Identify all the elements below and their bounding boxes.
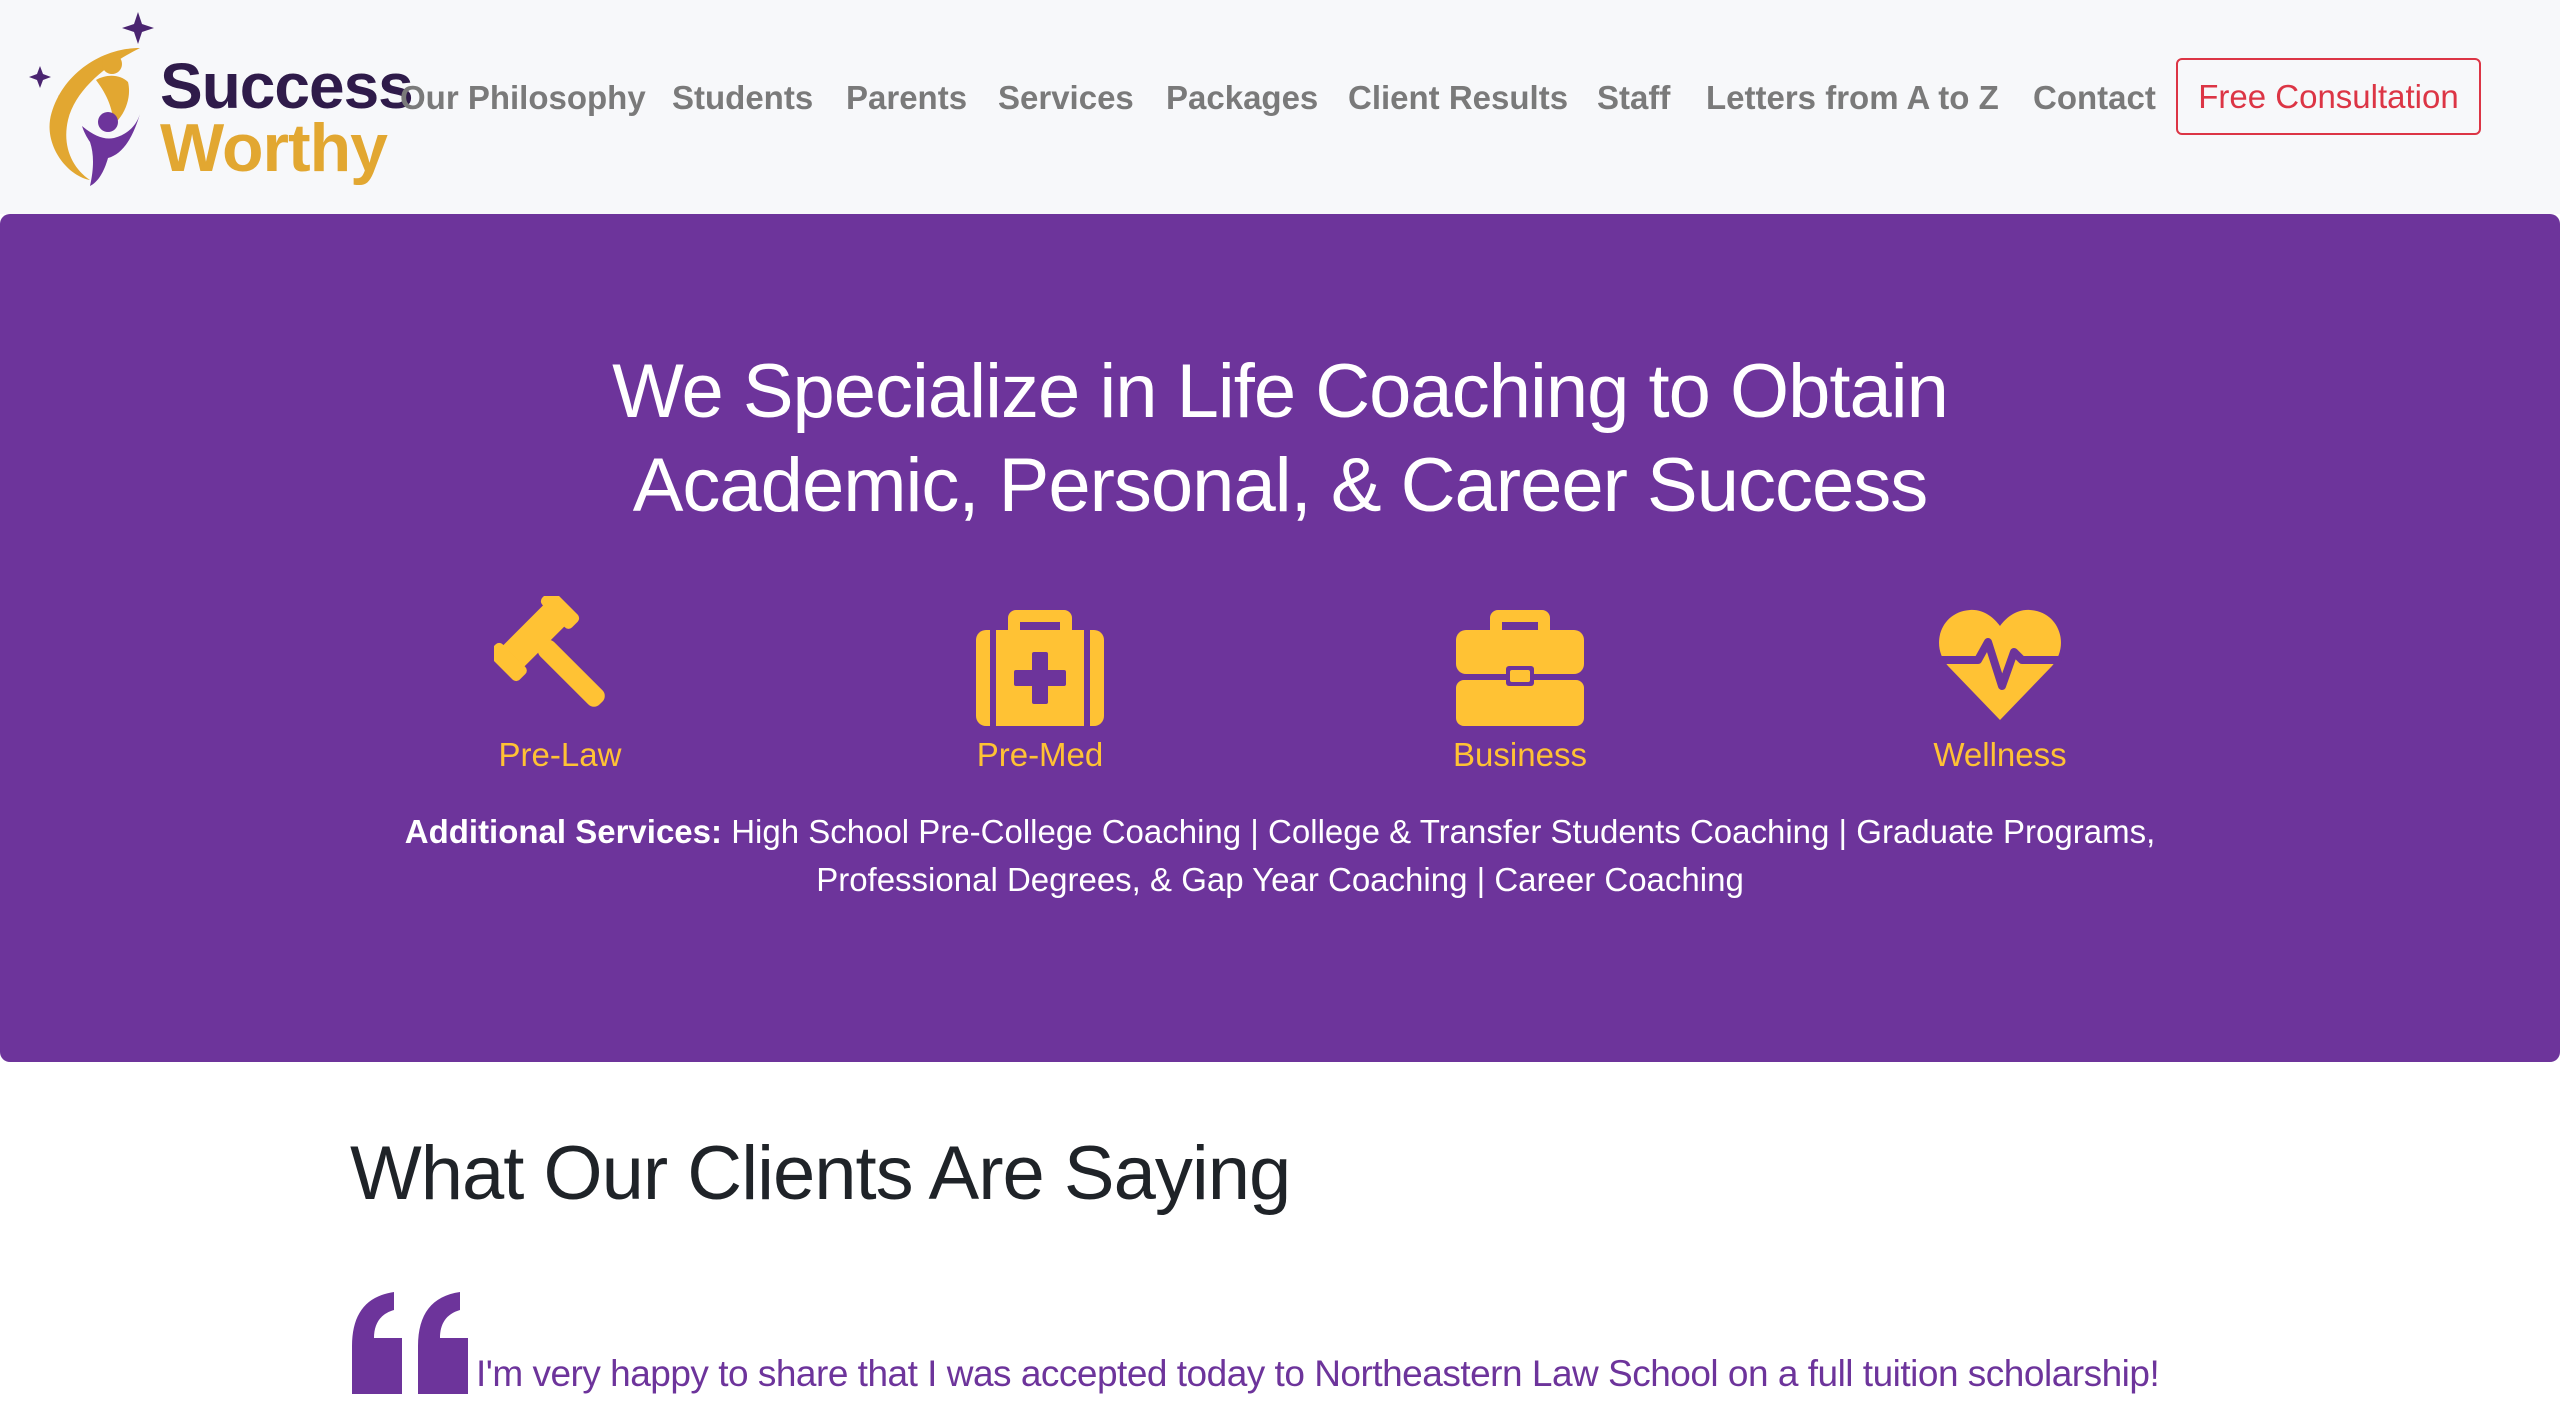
additional-services-label: Additional Services: <box>404 813 723 850</box>
service-label-wellness: Wellness <box>1933 736 2067 773</box>
quote-left-icon <box>352 1292 468 1394</box>
additional-services-text1: High School Pre-College Coaching | Colle… <box>731 813 2156 850</box>
nav-link-contact[interactable]: Contact <box>2033 78 2156 118</box>
service-pre-law[interactable]: Pre-Law <box>450 596 670 777</box>
nav-link-packages[interactable]: Packages <box>1166 78 1318 118</box>
service-label-pre-med: Pre-Med <box>976 736 1104 773</box>
heartbeat-icon <box>1938 609 2062 720</box>
testimonial-quote: I'm very happy to share that I was accep… <box>476 1353 2160 1394</box>
hero-banner: We Specialize in Life Coaching to Obtain… <box>0 214 2560 1062</box>
nav-link-students[interactable]: Students <box>672 78 813 118</box>
nav-link-our-philosophy[interactable]: Our Philosophy <box>400 78 646 118</box>
nav-link-client-results[interactable]: Client Results <box>1348 78 1568 118</box>
hero-title-line1: We Specialize in Life Coaching to Obtain <box>612 349 1949 434</box>
service-business[interactable]: Business <box>1410 596 1630 777</box>
free-consultation-button[interactable]: Free Consultation <box>2176 58 2481 135</box>
testimonials-heading: What Our Clients Are Saying <box>350 1131 1291 1216</box>
service-label-pre-law: Pre-Law <box>498 736 622 773</box>
brand-name-line2: Worthy <box>160 110 388 186</box>
additional-services-line1: Additional Services: High School Pre-Col… <box>0 808 2560 856</box>
brand-logo-icon <box>29 12 154 186</box>
nav-link-services[interactable]: Services <box>998 78 1134 118</box>
briefcase-icon <box>1456 610 1584 726</box>
gavel-icon <box>494 596 605 707</box>
nav-link-letters-from-a-to-z[interactable]: Letters from A to Z <box>1706 78 1999 118</box>
service-wellness[interactable]: Wellness <box>1890 596 2110 777</box>
site-header: Success Worthy Our Philosophy Students P… <box>0 0 2560 214</box>
brand-name-line1: Success <box>160 50 414 122</box>
nav-link-parents[interactable]: Parents <box>846 78 967 118</box>
service-label-business: Business <box>1453 736 1587 773</box>
service-pre-med[interactable]: Pre-Med <box>930 596 1150 777</box>
additional-services-line2: Professional Degrees, & Gap Year Coachin… <box>816 861 1744 898</box>
nav-link-staff[interactable]: Staff <box>1597 78 1670 118</box>
hero-title-line2: Academic, Personal, & Career Success <box>632 443 1929 528</box>
medkit-icon <box>976 610 1104 726</box>
brand-logo-link[interactable]: Success Worthy <box>28 8 414 188</box>
